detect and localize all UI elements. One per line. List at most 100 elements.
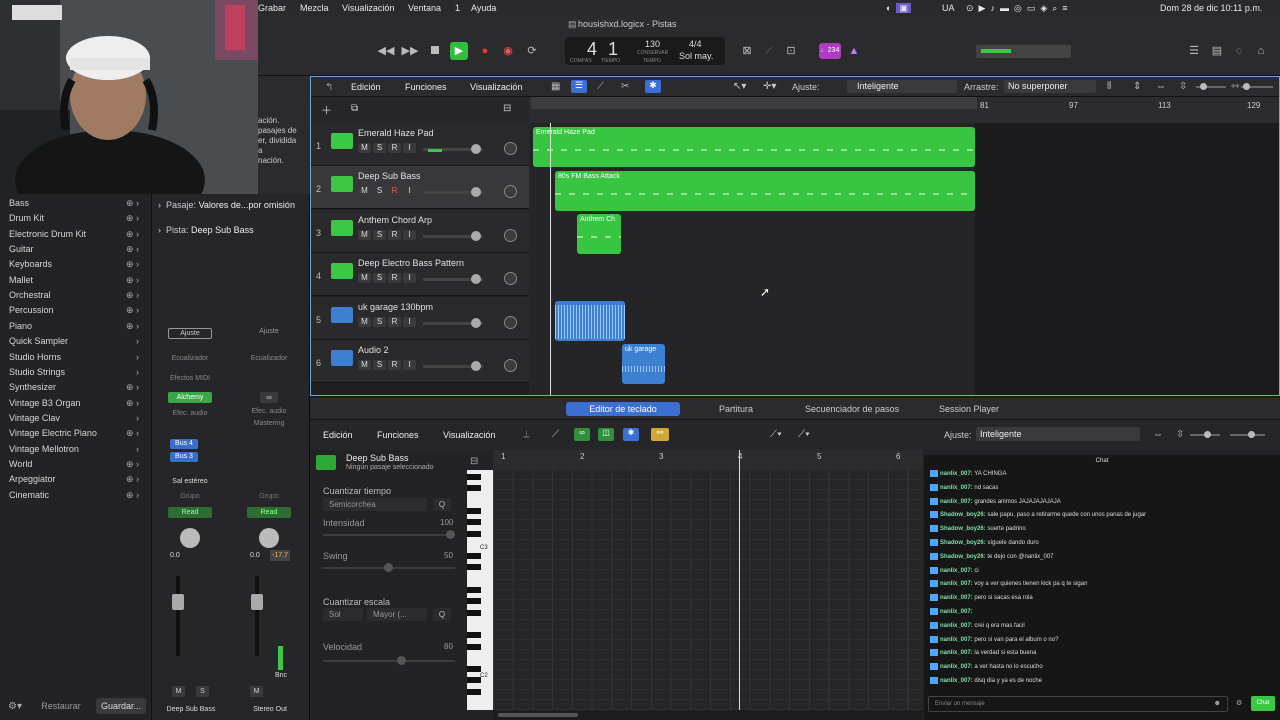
catch-icon[interactable]: ✱ (645, 80, 661, 93)
piano-black-key[interactable] (467, 677, 481, 684)
editor-secondary-tool-icon[interactable]: ⟋▾ (798, 429, 810, 440)
add-and-chevron-icon[interactable]: ⊕ › (126, 459, 139, 470)
chevron-right-icon[interactable]: › (136, 367, 139, 377)
record-enable-button[interactable]: R (388, 316, 401, 327)
strip1-fader[interactable] (172, 594, 184, 610)
menu-mezcla[interactable]: Mezcla (300, 3, 329, 13)
vertical-zoom-slider[interactable] (1196, 83, 1226, 90)
ruler[interactable]: 1173349658197113129 (529, 97, 1279, 123)
automation-icon[interactable]: ⟋ (552, 429, 559, 440)
strip2-ajuste[interactable]: Ajuste (247, 328, 291, 335)
add-and-chevron-icon[interactable]: ⊕ › (126, 305, 139, 316)
chat-username[interactable]: nanlix_007: (940, 581, 973, 587)
chat-username[interactable]: nanlix_007: (940, 623, 973, 629)
library-item[interactable]: Studio Horns › (9, 352, 139, 362)
piano-black-key[interactable] (467, 553, 481, 560)
library-item[interactable]: Synthesizer ⊕ › (9, 382, 139, 392)
audio-region[interactable] (555, 301, 625, 341)
cycle-region[interactable] (531, 97, 977, 109)
strip1-bus1[interactable]: Bus 4 (170, 439, 198, 449)
chevron-right-icon[interactable]: › (136, 336, 139, 346)
library-item[interactable]: Vintage Clav › (9, 413, 139, 423)
piano-black-key[interactable] (467, 643, 481, 650)
track-volume-knob[interactable] (471, 361, 481, 371)
track-header[interactable]: 2 Deep Sub Bass M S R I (311, 166, 529, 210)
input-monitor-button[interactable]: I (403, 316, 416, 327)
strip1-mute-button[interactable]: M (172, 686, 185, 697)
editor-vzoom-icon[interactable]: ⇳ (1176, 429, 1184, 440)
menu-ventana[interactable]: Ventana (408, 3, 441, 13)
menu-visualizacion[interactable]: Visualización (342, 3, 394, 13)
input-monitor-button[interactable]: I (403, 186, 416, 197)
strip1-group[interactable]: Grupo (168, 493, 212, 500)
strip2-bounce-button[interactable]: Bnc (272, 672, 290, 679)
record-button[interactable]: ● (476, 42, 494, 60)
notes-icon[interactable]: ▤ (1208, 42, 1226, 60)
piano-black-key[interactable] (467, 485, 481, 492)
chat-username[interactable]: Shadow_boy26: (940, 512, 986, 518)
tab-partitura[interactable]: Partitura (719, 404, 753, 414)
chevron-right-icon[interactable]: › (136, 444, 139, 454)
add-and-chevron-icon[interactable]: ⊕ › (126, 229, 139, 240)
input-monitor-button[interactable]: I (403, 273, 416, 284)
library-item[interactable]: Cinematic ⊕ › (9, 490, 139, 500)
chat-username[interactable]: nanlix_007: (940, 485, 973, 491)
solo-icon[interactable]: ⟋ (760, 42, 778, 60)
secondary-tool-icon[interactable]: ✛▾ (763, 81, 776, 92)
chat-username[interactable]: nanlix_007: (940, 664, 973, 670)
library-item[interactable]: Vintage Mellotron › (9, 444, 139, 454)
tab-session-player[interactable]: Session Player (939, 404, 999, 414)
list-view-icon[interactable]: ☰ (571, 80, 587, 93)
chevron-right-icon[interactable]: › (136, 352, 139, 362)
add-and-chevron-icon[interactable]: ⊕ › (126, 490, 139, 501)
strip1-pan-knob[interactable] (180, 528, 200, 548)
chevron-right-icon[interactable]: › (136, 413, 139, 423)
horizontal-zoom-icon[interactable]: ⇔ (1156, 81, 1166, 92)
library-item[interactable]: Bass ⊕ › (9, 198, 139, 208)
chain-link-icon[interactable]: ⚯ (651, 428, 669, 441)
chat-username[interactable]: nanlix_007: (940, 471, 973, 477)
track-pan-knob[interactable] (504, 315, 517, 329)
strip2-automation[interactable]: Read (247, 507, 291, 518)
editor-visualizacion-menu[interactable]: Visualización (443, 430, 495, 440)
piano-black-key[interactable] (467, 632, 481, 639)
midi-region[interactable]: 80s FM Bass Attack (555, 171, 975, 211)
global-tracks-icon[interactable]: ⊟ (503, 103, 511, 114)
record-enable-button[interactable]: R (388, 186, 401, 197)
duplicate-track-icon[interactable]: ⧉ (351, 103, 358, 114)
track-name[interactable]: Anthem Chord Arp (358, 215, 432, 225)
mute-button[interactable]: M (358, 273, 371, 284)
add-and-chevron-icon[interactable]: ⊕ › (126, 213, 139, 224)
library-item[interactable]: Vintage B3 Organ ⊕ › (9, 398, 139, 408)
input-monitor-button[interactable]: I (403, 229, 416, 240)
editor-pencil-tool-icon[interactable]: ⟋▾ (770, 429, 782, 440)
track-name[interactable]: Deep Electro Bass Pattern (358, 258, 464, 268)
editor-edicion-menu[interactable]: Edición (323, 430, 353, 440)
escala-mode-select[interactable]: Mayor (... (367, 608, 427, 621)
chat-input[interactable]: Enviar un mensaje ☻ (928, 696, 1228, 712)
track-pan-knob[interactable] (504, 228, 517, 242)
piano-black-key[interactable] (467, 530, 481, 537)
library-item[interactable]: Piano ⊕ › (9, 321, 139, 331)
metronome-icon[interactable]: ▲ (845, 42, 863, 60)
intensidad-slider[interactable] (323, 530, 455, 539)
cycle-button[interactable]: ⟳ (523, 42, 541, 60)
editor-funciones-menu[interactable]: Funciones (377, 430, 419, 440)
chat-username[interactable]: Shadow_boy26: (940, 554, 986, 560)
scissors-icon[interactable]: ✂ (621, 81, 629, 92)
forward-button[interactable]: ▶▶ (401, 42, 419, 60)
chat-username[interactable]: nanlix_007: (940, 595, 973, 601)
play-button[interactable]: ▶ (450, 42, 468, 60)
strip2-group[interactable]: Grupo (247, 493, 291, 500)
metronome-box-icon[interactable]: ⊡ (782, 42, 800, 60)
piano-black-key[interactable] (467, 666, 481, 673)
piano-black-key[interactable] (467, 598, 481, 605)
library-item[interactable]: Electronic Drum Kit ⊕ › (9, 229, 139, 239)
chat-username[interactable]: nanlix_007: (940, 568, 973, 574)
add-track-icon[interactable]: ＋ (321, 102, 332, 118)
flex-icon[interactable]: ⟋ (597, 81, 604, 92)
strip1-ajuste[interactable]: Ajuste (168, 328, 212, 339)
editor-playhead[interactable] (739, 450, 740, 710)
track-volume-knob[interactable] (471, 317, 481, 328)
strip2-mute-button[interactable]: M (250, 686, 263, 697)
